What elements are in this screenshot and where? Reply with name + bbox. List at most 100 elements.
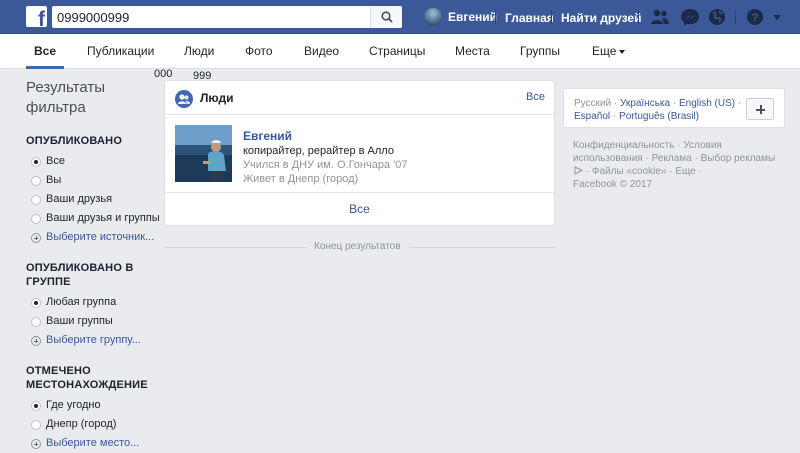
card-header: Люди Все (165, 81, 554, 115)
end-of-results-label: Конец результатов (306, 241, 409, 252)
choose-group-link[interactable]: Выберите группу... (26, 331, 158, 350)
top-bar: f Евгений Главная Найти друзей ? (0, 0, 800, 34)
see-all-people-button[interactable]: Все (165, 192, 554, 225)
tab-more[interactable]: Еще (592, 34, 626, 69)
filter-option-label: Где угодно (46, 399, 101, 411)
tab-posts[interactable]: Публикации (87, 34, 154, 69)
avatar (424, 8, 442, 26)
filter-option-label: Любая группа (46, 296, 117, 308)
profile-link[interactable]: Евгений (424, 8, 497, 26)
person-location: Живет в Днепр (город) (243, 173, 359, 185)
people-icon (175, 90, 193, 108)
profile-name: Евгений (448, 10, 498, 24)
plus-circle-icon (31, 439, 41, 449)
tab-videos[interactable]: Видео (304, 34, 339, 69)
filter-option-label: Ваши друзья (46, 193, 113, 205)
group-title-line2: МЕСТОНАХОЖДЕНИЕ (26, 379, 148, 391)
people-results-card: Люди Все Евгений копирайтер, рерайтер в … (164, 80, 555, 226)
tab-places[interactable]: Места (455, 34, 490, 69)
account-menu-chevron-down-icon[interactable] (773, 15, 781, 20)
person-result[interactable]: Евгений копирайтер, рерайтер в Алло Учил… (175, 125, 545, 185)
messenger-icon[interactable] (680, 8, 700, 26)
filter-option-label: Ваши друзья и группы (46, 212, 160, 224)
person-name-link[interactable]: Евгений (243, 129, 292, 143)
tab-pages[interactable]: Страницы (369, 34, 425, 69)
group-title-line1: ОТМЕЧЕНО (26, 365, 91, 377)
filters-title-line1: Результаты (26, 79, 105, 96)
radio-icon (31, 420, 41, 430)
language-selector: Русский · Українська · English (US) · Es… (563, 88, 785, 128)
search-icon (381, 11, 393, 23)
filter-option-friends[interactable]: Ваши друзья (26, 190, 158, 209)
filter-option-label: Вы (46, 174, 62, 186)
search-box (52, 6, 402, 28)
current-language: Русский (574, 98, 612, 109)
tab-people[interactable]: Люди (184, 34, 214, 69)
ad-choices-icon (574, 166, 584, 175)
language-list: Русский · Українська · English (US) · Es… (574, 98, 742, 122)
filter-option-all[interactable]: Все (26, 152, 158, 171)
footer-link-ads[interactable]: Реклама (652, 153, 692, 164)
tab-groups[interactable]: Группы (520, 34, 560, 69)
radio-icon (31, 195, 41, 205)
choose-source-link[interactable]: Выберите источник... (26, 228, 158, 247)
filter-option-dnipro[interactable]: Днепр (город) (26, 415, 158, 434)
help-icon[interactable]: ? (745, 8, 765, 26)
filter-group-title-posted: ОПУБЛИКОВАНО (26, 135, 123, 147)
chevron-down-icon (619, 49, 626, 54)
divider (551, 10, 552, 24)
home-link[interactable]: Главная (505, 11, 554, 25)
filter-option-anywhere[interactable]: Где угодно (26, 396, 158, 415)
choose-location-link[interactable]: Выберите место... (26, 434, 158, 453)
search-tabs: Все Публикации Люди Фото Видео Страницы … (0, 34, 800, 69)
choose-source-label: Выберите источник... (46, 231, 155, 243)
radio-selected-icon (31, 401, 41, 411)
radio-selected-icon (31, 298, 41, 308)
footer-links: Конфиденциальность · Условия использован… (573, 140, 776, 190)
find-friends-link[interactable]: Найти друзей (561, 11, 641, 25)
filter-group-title-location: ОТМЕЧЕНО МЕСТОНАХОЖДЕНИЕ (26, 364, 158, 392)
filter-option-you[interactable]: Вы (26, 171, 158, 190)
tab-more-label: Еще (592, 44, 617, 58)
filter-option-your-groups[interactable]: Ваши группы (26, 312, 158, 331)
footer-link-privacy[interactable]: Конфиденциальность (573, 140, 674, 151)
divider (495, 10, 496, 24)
filters-panel: Результаты фильтра ОПУБЛИКОВАНО Все Вы В… (26, 76, 160, 453)
search-button[interactable] (370, 6, 402, 28)
tab-all[interactable]: Все (25, 34, 65, 69)
globe-notifications-icon[interactable] (707, 8, 727, 26)
filter-option-any-group[interactable]: Любая группа (26, 293, 158, 312)
language-link-uk[interactable]: Українська (620, 98, 670, 109)
language-link-es[interactable]: Español (574, 111, 610, 122)
radio-icon (31, 176, 41, 186)
footer-link-more[interactable]: Еще (675, 166, 695, 177)
see-all-link[interactable]: Все (526, 91, 545, 103)
person-job: копирайтер, рерайтер в Алло (243, 145, 394, 157)
radio-icon (31, 214, 41, 224)
search-input[interactable] (52, 6, 370, 28)
filter-option-label: Ваши группы (46, 315, 113, 327)
filter-option-friends-groups[interactable]: Ваши друзья и группы (26, 209, 160, 228)
friend-requests-icon[interactable] (650, 8, 670, 26)
footer-link-ad-choices[interactable]: Выбор рекламы (701, 153, 776, 164)
filter-option-label: Все (46, 155, 65, 167)
copyright: Facebook © 2017 (573, 179, 653, 190)
plus-circle-icon (31, 336, 41, 346)
group-title-line1: ОПУБЛИКОВАНО В (26, 262, 134, 274)
filter-group-title-in-group: ОПУБЛИКОВАНО В ГРУППЕ (26, 261, 158, 289)
choose-group-label: Выберите группу... (46, 334, 141, 346)
group-title-line2: ГРУППЕ (26, 276, 71, 288)
facebook-logo-icon[interactable]: f (26, 6, 47, 27)
person-education: Учился в ДНУ им. О.Гончара '07 (243, 159, 408, 171)
radio-icon (31, 317, 41, 327)
footer-link-cookies[interactable]: Файлы «cookie» (592, 166, 667, 177)
filters-title: Результаты фильтра (26, 78, 158, 118)
tab-photos[interactable]: Фото (245, 34, 273, 69)
choose-location-label: Выберите место... (46, 437, 140, 449)
language-link-en[interactable]: English (US) (679, 98, 735, 109)
divider (735, 10, 736, 24)
more-languages-plus-icon[interactable] (746, 98, 774, 120)
person-photo[interactable] (175, 125, 232, 182)
plus-circle-icon (31, 233, 41, 243)
language-link-pt[interactable]: Português (Brasil) (619, 111, 699, 122)
